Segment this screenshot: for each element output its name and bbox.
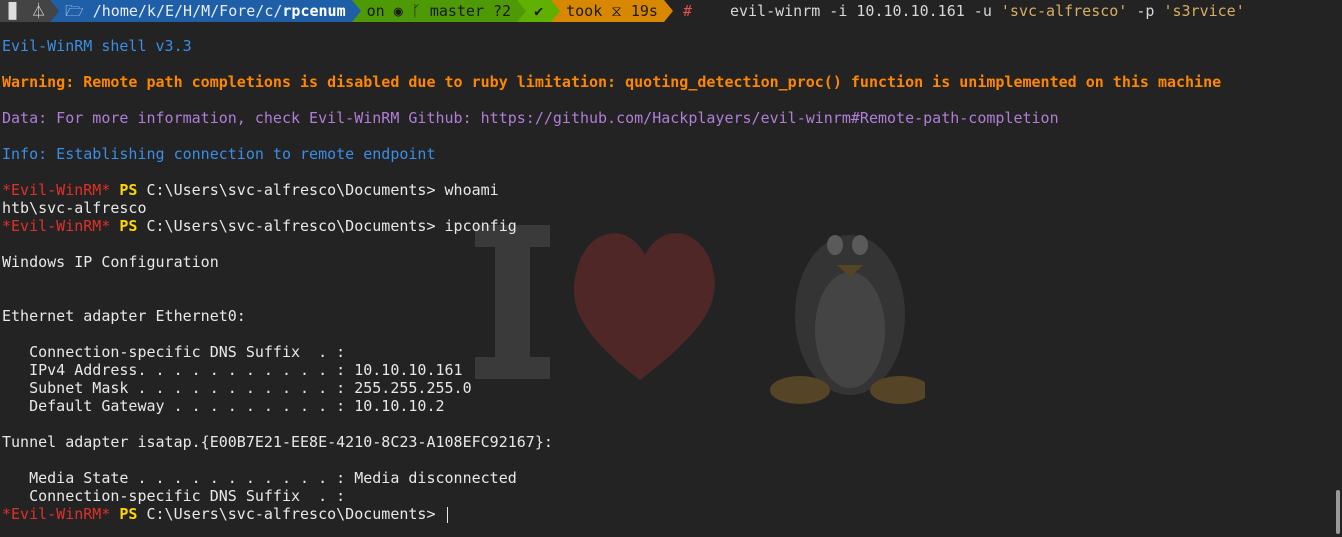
data-line: Data: For more information, check Evil-W… (2, 109, 1059, 127)
git-on-label: on (366, 2, 385, 20)
winrm-tag: *Evil-WinRM* (2, 217, 111, 235)
segment-separator (663, 0, 673, 22)
dir-current: rpcenum (282, 2, 346, 20)
ipconfig-line: Default Gateway . . . . . . . . . : 10.1… (2, 397, 445, 415)
segment-separator (351, 0, 361, 22)
shell-prompt: ▐▍ ⏃ 🗁 /home/k/E/H/M/Fore/c/rpcenum on ◉… (0, 0, 1332, 22)
prompt-path: C:\Users\svc-alfresco\Documents> (146, 217, 436, 235)
user-arg: 'svc-alfresco' (1000, 2, 1128, 20)
prompt-duration: took ⧖ 19s (560, 0, 664, 22)
terminal-window[interactable]: ▐▍ ⏃ 🗁 /home/k/E/H/M/Fore/c/rpcenum on ◉… (0, 0, 1332, 537)
dir-prefix: /home/k/E/H/M/Fore/c/ (92, 2, 283, 20)
ipconfig-line: Connection-specific DNS Suffix . : (2, 487, 346, 505)
scrollbar[interactable] (1336, 490, 1340, 534)
warning-line: Warning: Remote path completions is disa… (2, 73, 1222, 91)
command-input: ipconfig (444, 217, 517, 235)
github-icon: ◉ (393, 2, 403, 20)
ps-label: PS (119, 181, 138, 199)
ipconfig-line: Connection-specific DNS Suffix . : (2, 343, 346, 361)
segment-separator (551, 0, 561, 22)
command-text: evil-winrm -i 10.10.10.161 -u (729, 2, 1001, 20)
prompt-command: evil-winrm -i 10.10.10.161 -u 'svc-alfre… (702, 0, 1245, 22)
pass-flag: -p (1127, 2, 1164, 20)
prompt-path: C:\Users\svc-alfresco\Documents> (146, 505, 436, 523)
winrm-tag: *Evil-WinRM* (2, 505, 111, 523)
linux-icon: ▐▍ ⏃ (0, 0, 51, 22)
root-indicator: # (672, 0, 702, 22)
ps-label: PS (119, 505, 138, 523)
winrm-tag: *Evil-WinRM* (2, 181, 111, 199)
folder-icon: 🗁 (65, 2, 93, 20)
ipconfig-header: Windows IP Configuration (2, 253, 219, 271)
shell-prompt-line: *Evil-WinRM* PS C:\Users\svc-alfresco\Do… (2, 181, 1332, 199)
prompt-directory: 🗁 /home/k/E/H/M/Fore/c/rpcenum (59, 0, 352, 22)
info-line: Info: Establishing connection to remote … (2, 145, 436, 163)
segment-separator (50, 0, 60, 22)
branch-icon: ᚴ (411, 2, 421, 20)
ipconfig-line: IPv4 Address. . . . . . . . . . . : 10.1… (2, 361, 463, 379)
adapter-heading: Ethernet adapter Ethernet0: (2, 307, 246, 325)
ps-label: PS (119, 217, 138, 235)
status-check-icon: ✔ (526, 0, 552, 22)
command-input: whoami (444, 181, 499, 199)
command-output: htb\svc-alfresco (2, 199, 147, 217)
banner-line: Evil-WinRM shell v3.3 (2, 37, 192, 55)
text-cursor[interactable] (446, 506, 448, 523)
prompt-git: on ◉ ᚴ master ?2 (360, 0, 518, 22)
git-branch: master ?2 (429, 2, 512, 20)
shell-prompt-line: *Evil-WinRM* PS C:\Users\svc-alfresco\Do… (2, 217, 1332, 235)
segment-separator (517, 0, 527, 22)
adapter-heading: Tunnel adapter isatap.{E00B7E21-EE8E-421… (2, 433, 553, 451)
shell-prompt-line[interactable]: *Evil-WinRM* PS C:\Users\svc-alfresco\Do… (2, 505, 1332, 523)
prompt-path: C:\Users\svc-alfresco\Documents> (146, 181, 436, 199)
pass-arg: 's3rvice' (1163, 2, 1245, 20)
ipconfig-line: Subnet Mask . . . . . . . . . . . : 255.… (2, 379, 472, 397)
ipconfig-line: Media State . . . . . . . . . . . : Medi… (2, 469, 517, 487)
